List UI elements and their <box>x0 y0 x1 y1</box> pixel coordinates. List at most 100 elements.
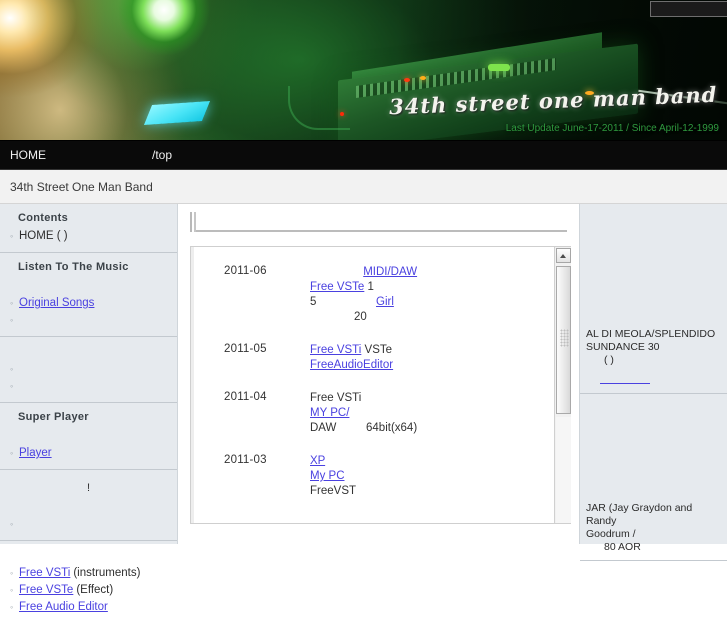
news-link-my-pc[interactable]: MY PC/ <box>310 407 349 419</box>
news-entry-line: 5 Girl <box>310 295 553 310</box>
news-entry: 2011-06 MIDI/DAW Free VSTe 1 5 Girl 20 <box>194 265 553 325</box>
sidebar-item-blank-4[interactable] <box>4 516 173 533</box>
right-sidebar-block-album-1: AL DI MEOLA/SPLENDIDO SUNDANCE 30 ( ) <box>580 204 727 394</box>
led-red-indicator <box>404 78 410 82</box>
sidebar-item-free-vsti[interactable]: Free VSTi (instruments) <box>4 565 173 582</box>
sidebar-link-suffix: (Effect) <box>76 584 114 596</box>
right-sidebar: AL DI MEOLA/SPLENDIDO SUNDANCE 30 ( ) JA… <box>579 204 727 561</box>
scrollbar-thumb[interactable] <box>556 266 571 414</box>
bullet-icon <box>10 446 19 461</box>
content-columns: Contents HOME ( ) Listen To The Music Or… <box>0 204 727 613</box>
news-link-free-vste[interactable]: Free VSTe <box>310 281 364 293</box>
right-sidebar-block-album-2: JAR (Jay Graydon and Randy Goodrum / 80 … <box>580 394 727 561</box>
news-text: VSTe <box>364 344 393 356</box>
page-title: 34th Street One Man Band <box>10 179 153 194</box>
sidebar-block-free-tools: Free VSTi (instruments) Free VSTe (Effec… <box>0 541 177 623</box>
album-title-line-2: SUNDANCE 30 <box>586 341 660 353</box>
news-text: FreeVST <box>310 485 357 497</box>
corner-widget-box[interactable] <box>650 1 727 17</box>
news-entry-body: Free VSTi VSTe FreeAudioEditor <box>310 343 553 373</box>
sidebar-block-unnamed-1 <box>0 337 177 403</box>
led-green-indicator <box>488 64 510 71</box>
news-text: 1 <box>367 281 374 293</box>
news-entry-line: My PC <box>310 469 553 484</box>
right-sidebar-spacer <box>586 398 721 502</box>
news-list-panel: 2011-06 MIDI/DAW Free VSTe 1 5 Girl 20 2… <box>190 246 571 524</box>
news-entry-body: MIDI/DAW Free VSTe 1 5 Girl 20 <box>310 265 553 325</box>
sidebar-block-super-player: Super Player Player <box>0 403 177 470</box>
news-link-xp[interactable]: XP <box>310 455 325 467</box>
sidebar-item-blank-3[interactable] <box>4 378 173 395</box>
news-entry: 2011-04 Free VSTi MY PC/ DAW 64bit(x64) <box>194 391 553 436</box>
led-small-red-dot <box>340 112 344 116</box>
news-entry-body: Free VSTi MY PC/ DAW 64bit(x64) <box>310 391 553 436</box>
news-text: 20 <box>354 311 367 323</box>
bullet-icon <box>10 313 19 328</box>
news-text: Free VSTi <box>310 392 362 404</box>
news-link-free-vsti[interactable]: Free VSTi <box>310 344 361 356</box>
sidebar-item-home[interactable]: HOME ( ) <box>4 228 173 245</box>
sidebar-link-label[interactable]: Free VSTe <box>19 583 73 598</box>
album-title-line-1: JAR (Jay Graydon and Randy <box>586 502 693 527</box>
album-link-blank[interactable] <box>600 373 650 384</box>
bullet-icon <box>10 566 19 581</box>
news-text: 64bit(x64) <box>366 422 418 434</box>
led-orange-indicator <box>420 76 426 80</box>
bullet-icon <box>10 583 19 598</box>
bullet-icon <box>10 379 19 394</box>
news-link-midi-daw[interactable]: MIDI/DAW <box>363 266 417 278</box>
nav-item-top[interactable]: /top <box>142 141 182 169</box>
album-subtitle: 80 AOR <box>604 541 641 553</box>
bullet-icon <box>10 296 19 311</box>
sidebar-link-suffix: (instruments) <box>73 567 141 579</box>
news-entry-line: MIDI/DAW <box>310 265 553 280</box>
bullet-icon <box>10 517 19 532</box>
news-link-my-pc[interactable]: My PC <box>310 470 345 482</box>
album-subtitle: ( ) <box>604 354 614 366</box>
bullet-icon <box>10 362 19 377</box>
news-entry-line: 20 <box>310 310 553 325</box>
sidebar-item-original-songs[interactable]: Original Songs <box>4 295 173 312</box>
sidebar-exclamation-mark: ! <box>86 482 91 494</box>
sidebar-link-label[interactable]: Free VSTi <box>19 566 70 581</box>
left-sidebar: Contents HOME ( ) Listen To The Music Or… <box>0 204 178 613</box>
sidebar-heading-contents: Contents <box>18 212 69 224</box>
news-entry-line: Free VSTi VSTe <box>310 343 553 358</box>
main-navbar: HOME /top <box>0 141 727 170</box>
news-entry-line: MY PC/ <box>310 406 553 421</box>
news-entry-line: Free VSTi <box>310 391 553 406</box>
bullet-icon <box>10 600 19 615</box>
news-text: DAW <box>310 422 337 434</box>
sidebar-item-blank-1[interactable] <box>4 312 173 329</box>
sidebar-block-contents: Contents HOME ( ) <box>0 204 177 253</box>
sidebar-link-label[interactable]: Player <box>19 446 52 461</box>
hero-banner: 34th street one man band Last Update Jun… <box>0 0 727 141</box>
title-frame-bottom-rule <box>196 230 567 232</box>
news-entry-line: Free VSTe 1 <box>310 280 553 295</box>
sidebar-link-label[interactable]: Original Songs <box>19 296 94 311</box>
news-entry-line: XP <box>310 454 553 469</box>
sidebar-item-free-audio-editor[interactable]: Free Audio Editor <box>4 599 173 616</box>
content-title-frame <box>190 212 571 234</box>
news-entry: 2011-05 Free VSTi VSTe FreeAudioEditor <box>194 343 553 373</box>
last-update-text: Last Update June-17-2011 / Since April-1… <box>505 123 719 134</box>
sidebar-block-listen: Listen To The Music Original Songs <box>0 253 177 337</box>
sidebar-item-label: HOME ( ) <box>19 230 68 242</box>
vertical-scrollbar[interactable] <box>554 247 571 523</box>
sidebar-item-player[interactable]: Player <box>4 445 173 462</box>
scrollbar-track[interactable] <box>556 417 571 523</box>
scroll-up-arrow-icon[interactable] <box>556 248 571 263</box>
sidebar-link-label[interactable]: Free Audio Editor <box>19 600 108 615</box>
news-link-free-audio-editor[interactable]: FreeAudioEditor <box>310 359 393 371</box>
sidebar-item-blank-2[interactable] <box>4 361 173 378</box>
album-title-line-1: AL DI MEOLA/SPLENDIDO <box>586 328 716 340</box>
sidebar-item-free-vste[interactable]: Free VSTe (Effect) <box>4 582 173 599</box>
nav-item-home[interactable]: HOME <box>0 141 140 169</box>
page-root: 34th street one man band Last Update Jun… <box>0 0 727 613</box>
sidebar-block-unnamed-2: ! <box>0 470 177 541</box>
news-link-girl[interactable]: Girl <box>376 296 394 308</box>
breadcrumb: 34th Street One Man Band <box>0 170 727 204</box>
